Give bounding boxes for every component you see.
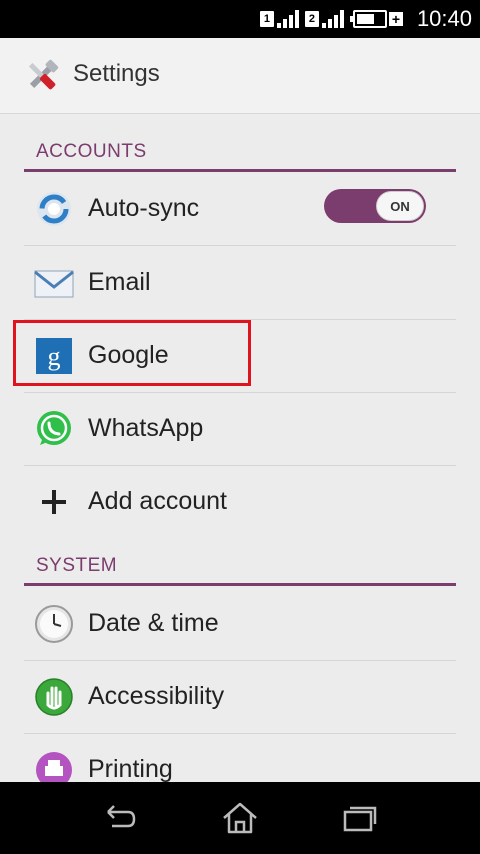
item-label: Auto-sync <box>88 194 200 222</box>
highlight-box <box>13 320 251 386</box>
page-title: Settings <box>73 60 160 87</box>
sim2-signal: 2 <box>304 10 344 28</box>
list-item-whatsapp[interactable]: WhatsApp <box>24 392 456 466</box>
list-item-add-account[interactable]: Add account <box>24 465 456 538</box>
section-header-accounts: ACCOUNTS <box>24 135 456 172</box>
item-label: Add account <box>88 487 227 515</box>
item-label: Date & time <box>88 609 219 637</box>
settings-tools-icon[interactable] <box>22 56 62 96</box>
item-label: Printing <box>88 755 173 783</box>
sim1-signal: 1 <box>259 10 299 28</box>
back-icon[interactable] <box>98 796 142 840</box>
auto-sync-toggle[interactable]: ON <box>324 189 426 223</box>
whatsapp-icon <box>37 411 71 445</box>
item-label: Email <box>88 268 151 296</box>
section-title: SYSTEM <box>36 555 118 576</box>
recents-icon[interactable] <box>338 796 382 840</box>
list-item-email[interactable]: Email <box>24 246 456 320</box>
toggle-state: ON <box>376 191 424 221</box>
clock-icon <box>35 605 73 643</box>
list-item-auto-sync[interactable]: Auto-sync ON <box>24 172 456 246</box>
home-icon[interactable] <box>218 796 262 840</box>
battery-icon: + <box>349 10 403 28</box>
signal-bars-icon <box>321 10 344 28</box>
list-item-date-time[interactable]: Date & time <box>24 587 456 661</box>
item-label: WhatsApp <box>88 414 204 442</box>
status-bar: 1 2 + 10:40 <box>0 0 480 38</box>
email-icon <box>34 270 74 298</box>
sync-icon <box>37 192 71 226</box>
navigation-bar <box>0 782 480 854</box>
plus-icon <box>42 490 66 514</box>
clock: 10:40 <box>416 6 472 31</box>
section-header-system: SYSTEM <box>24 549 456 586</box>
list-item-accessibility[interactable]: Accessibility <box>24 660 456 734</box>
item-label: Accessibility <box>88 682 225 710</box>
signal-bars-icon <box>276 10 299 28</box>
sim1-badge: 1 <box>259 11 274 27</box>
section-title: ACCOUNTS <box>36 141 147 162</box>
sim2-badge: 2 <box>304 11 319 27</box>
accessibility-hand-icon <box>35 678 73 716</box>
action-bar: Settings <box>0 38 480 114</box>
charging-icon: + <box>388 12 403 26</box>
